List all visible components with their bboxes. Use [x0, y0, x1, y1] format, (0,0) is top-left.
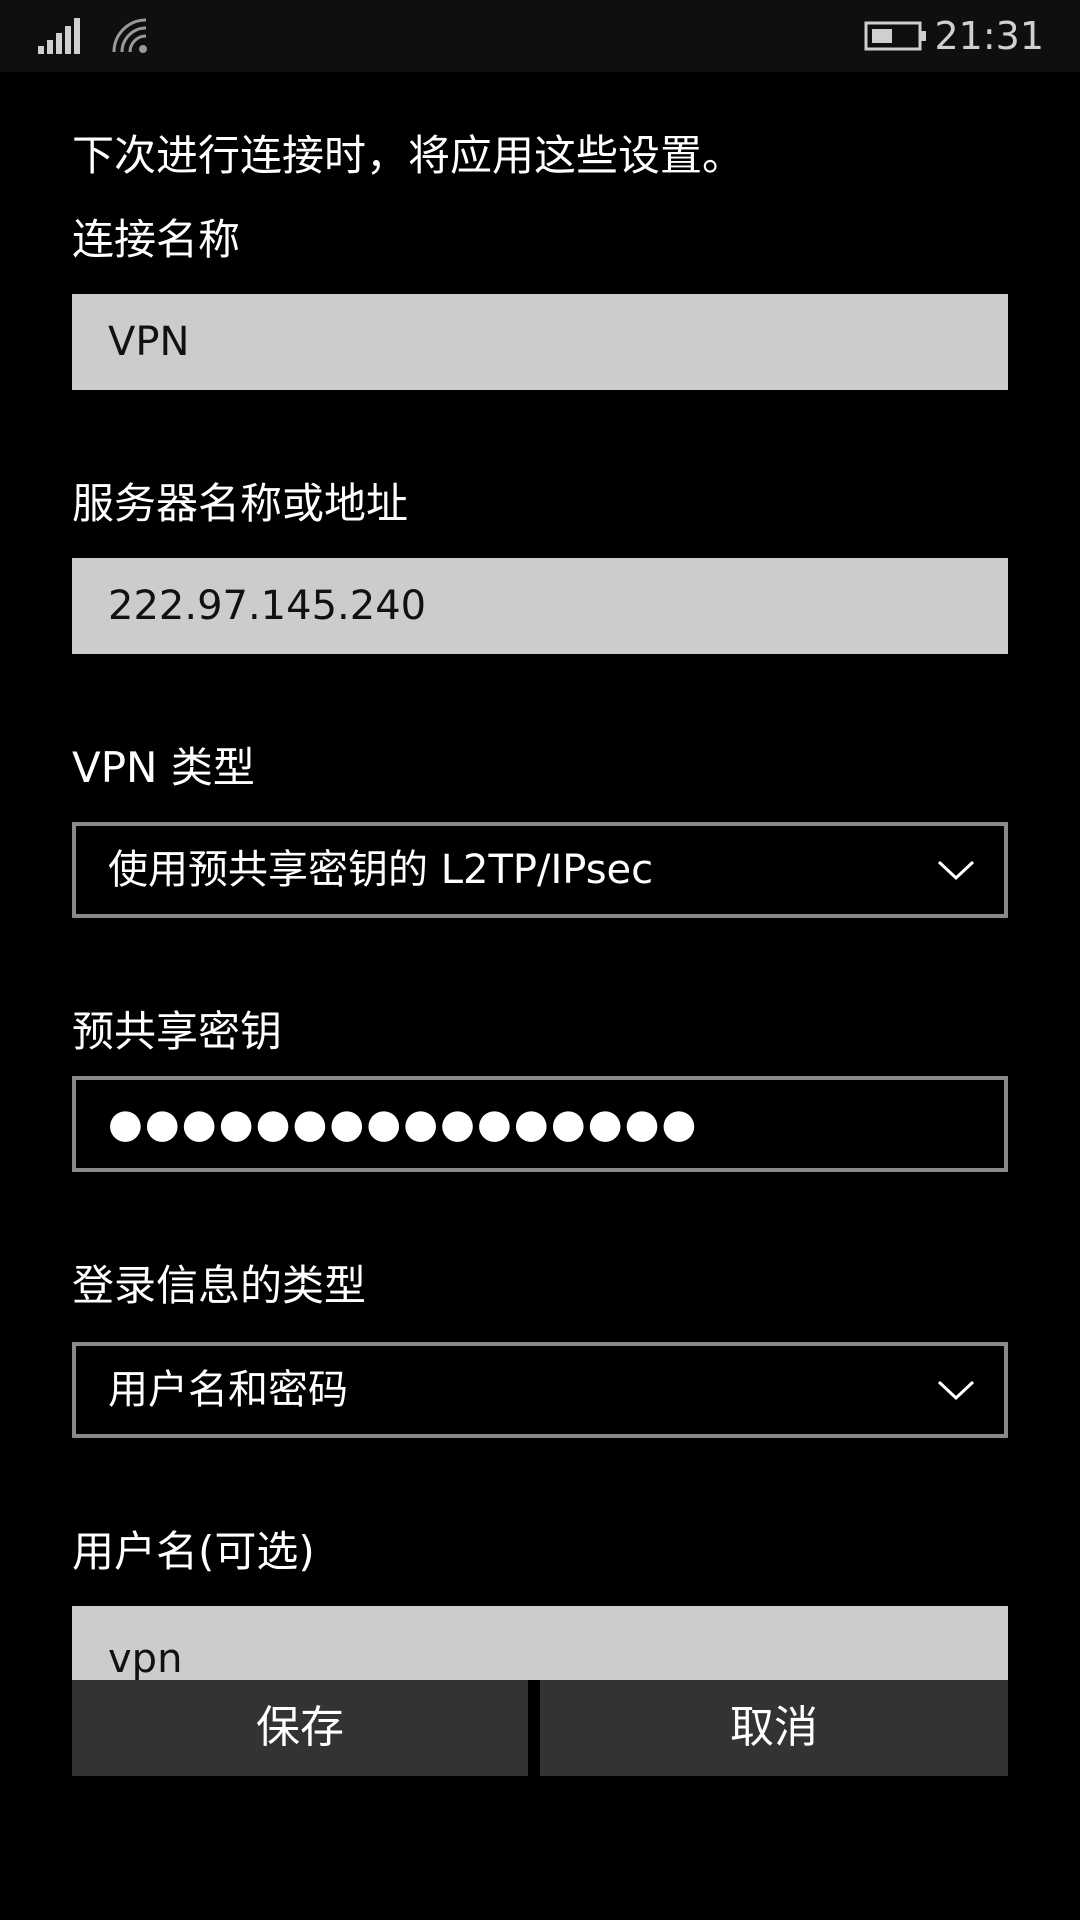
username-label: 用户名(可选): [72, 1527, 315, 1576]
username-value: vpn: [108, 1636, 183, 1680]
chevron-down-icon: [937, 1380, 975, 1401]
psk-label: 预共享密钥: [72, 1007, 283, 1056]
connection-name-label: 连接名称: [72, 215, 241, 264]
username-input[interactable]: vpn: [72, 1606, 1008, 1680]
psk-value: ●●●●●●●●●●●●●●●●: [108, 1101, 699, 1147]
clock: 21:31: [934, 14, 1044, 58]
login-type-select[interactable]: 用户名和密码: [72, 1342, 1008, 1438]
vpn-type-label: VPN 类型: [72, 743, 255, 792]
vpn-type-value: 使用预共享密钥的 L2TP/IPsec: [108, 847, 654, 893]
server-value: 222.97.145.240: [108, 583, 427, 629]
login-type-value: 用户名和密码: [108, 1367, 348, 1413]
status-bar: 21:31: [0, 0, 1080, 72]
psk-input[interactable]: ●●●●●●●●●●●●●●●●: [72, 1076, 1008, 1172]
server-input[interactable]: 222.97.145.240: [72, 558, 1008, 654]
save-button[interactable]: 保存: [72, 1680, 528, 1776]
chevron-down-icon: [937, 860, 975, 881]
battery-icon: [864, 21, 926, 51]
intro-text: 下次进行连接时，将应用这些设置。: [72, 131, 745, 180]
connection-name-value: VPN: [108, 319, 190, 365]
login-type-label: 登录信息的类型: [72, 1261, 367, 1310]
wifi-icon: [112, 18, 147, 53]
vpn-type-select[interactable]: 使用预共享密钥的 L2TP/IPsec: [72, 822, 1008, 918]
connection-name-input[interactable]: VPN: [72, 294, 1008, 390]
server-label: 服务器名称或地址: [72, 479, 409, 528]
signal-icon: [38, 18, 80, 54]
cancel-button[interactable]: 取消: [540, 1680, 1008, 1776]
